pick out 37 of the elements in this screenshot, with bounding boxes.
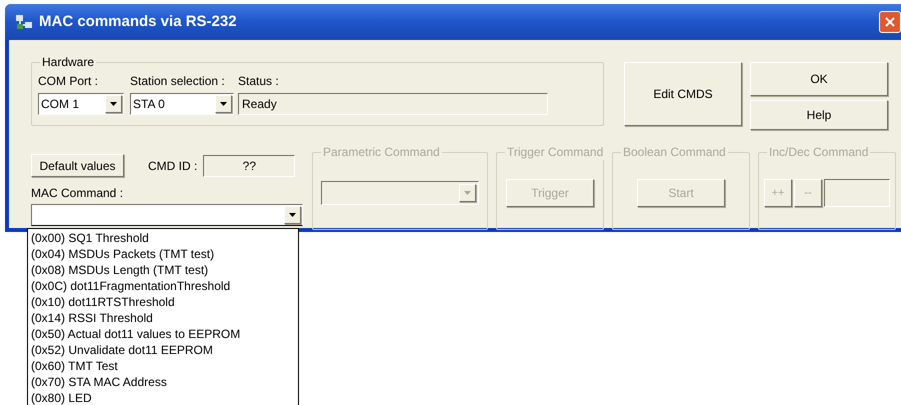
dropdown-option[interactable]: (0x50) Actual dot11 values to EEPROM — [31, 326, 298, 342]
close-icon — [885, 17, 895, 27]
network-icon — [15, 13, 33, 31]
dropdown-button[interactable] — [284, 206, 301, 224]
caret-icon — [110, 102, 117, 106]
default-values-button[interactable]: Default values — [31, 154, 124, 177]
dropdown-option[interactable]: (0x80) LED — [31, 390, 298, 405]
dropdown-option[interactable]: (0x60) TMT Test — [31, 358, 298, 374]
com-port-label: COM Port : — [38, 73, 100, 89]
dropdown-option[interactable]: (0x10) dot11RTSThreshold — [31, 294, 298, 310]
cmd-id-field: ?? — [203, 154, 296, 176]
dropdown-button[interactable] — [105, 95, 122, 113]
dropdown-button[interactable] — [215, 95, 232, 113]
close-button[interactable] — [879, 11, 901, 33]
dropdown-option[interactable]: (0x70) STA MAC Address — [31, 374, 298, 390]
group-title: Trigger Command — [505, 144, 606, 160]
cmd-id-label: CMD ID : — [148, 158, 198, 174]
dropdown-option[interactable]: (0x00) SQ1 Threshold — [31, 230, 298, 246]
mac-command-dropdown[interactable] — [31, 204, 303, 226]
station-label: Station selection : — [130, 73, 226, 89]
help-button[interactable]: Help — [750, 100, 888, 130]
ok-button[interactable]: OK — [750, 62, 888, 96]
com-port-dropdown[interactable]: COM 1 — [38, 93, 124, 115]
dropdown-option[interactable]: (0x52) Unvalidate dot11 EEPROM — [31, 342, 298, 358]
caret-icon — [289, 213, 296, 217]
station-dropdown[interactable]: STA 0 — [130, 93, 234, 115]
status-field: Ready — [238, 93, 548, 115]
edit-commands-button[interactable]: Edit CMDS — [624, 62, 742, 126]
caret-icon — [220, 102, 227, 106]
mac-command-label: MAC Command : — [31, 185, 124, 201]
status-label: Status : — [238, 73, 280, 89]
dropdown-option[interactable]: (0x0C) dot11FragmentationThreshold — [31, 278, 298, 294]
dropdown-option[interactable]: (0x04) MSDUs Packets (TMT test) — [31, 246, 298, 262]
dropdown-option[interactable]: (0x14) RSSI Threshold — [31, 310, 298, 326]
dropdown-option[interactable]: (0x08) MSDUs Length (TMT test) — [31, 262, 298, 278]
caret-icon — [464, 191, 471, 195]
window-title: MAC commands via RS-232 — [39, 12, 237, 32]
